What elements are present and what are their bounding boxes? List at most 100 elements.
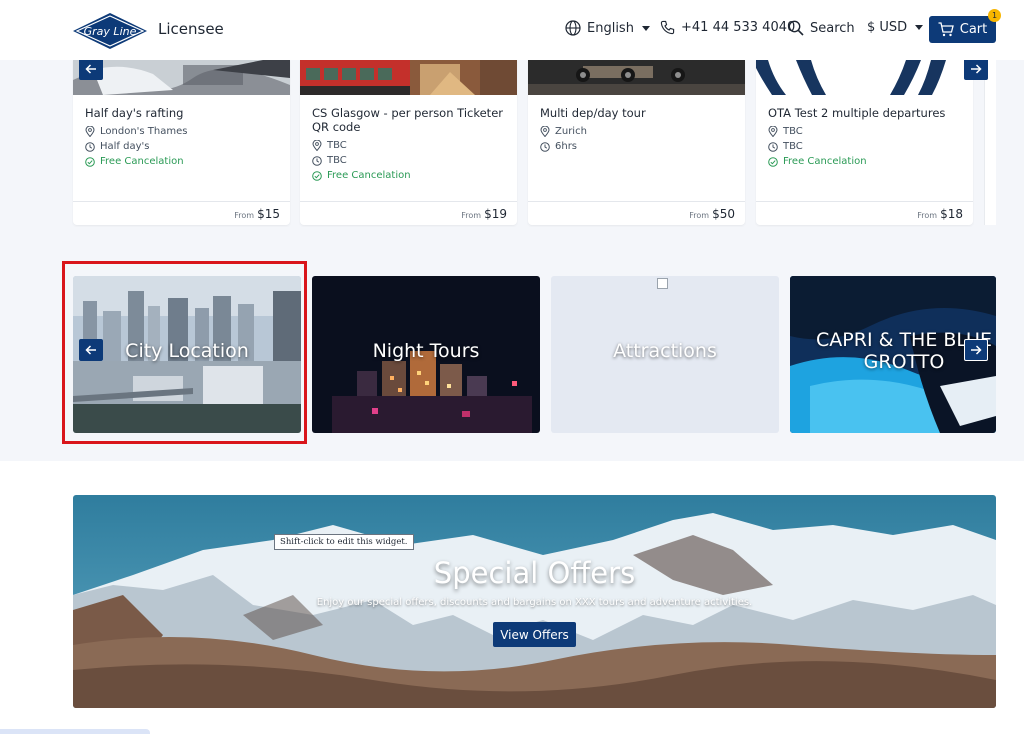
- cart-button[interactable]: Cart: [929, 16, 996, 43]
- tour-duration: TBC: [312, 155, 347, 166]
- tour-image: [528, 60, 745, 95]
- tour-title[interactable]: Multi dep/day tour: [540, 106, 735, 120]
- arrow-left-icon: [85, 345, 96, 355]
- tour-location: TBC: [768, 126, 803, 137]
- phone-link[interactable]: +41 44 533 4040: [660, 20, 795, 35]
- bottom-bar-peek: [0, 729, 150, 734]
- cart-count-badge: 1: [988, 9, 1001, 22]
- price-prefix: From: [234, 211, 255, 220]
- phone-number: +41 44 533 4040: [681, 20, 796, 35]
- category-label: City Location: [125, 340, 249, 362]
- location-text: TBC: [327, 140, 347, 151]
- edit-widget-tooltip: Shift-click to edit this widget.: [274, 534, 414, 550]
- tour-card-peek: [984, 60, 996, 225]
- tour-duration: 6hrs: [540, 141, 577, 152]
- language-selector[interactable]: English: [565, 20, 650, 36]
- tour-card[interactable]: Half day's rafting London's Thames Half …: [73, 60, 290, 225]
- search-icon: [788, 20, 804, 36]
- tour-duration: Half day's: [85, 141, 149, 152]
- tours-next-button[interactable]: [964, 58, 988, 80]
- logo-text: Gray Line: [84, 25, 137, 38]
- clock-icon: [312, 155, 322, 166]
- search-label: Search: [810, 20, 855, 36]
- currency-label: $ USD: [867, 20, 908, 35]
- check-circle-icon: [312, 170, 322, 181]
- globe-icon: [565, 20, 581, 36]
- category-tile-attractions[interactable]: Attractions: [551, 276, 779, 433]
- tour-card[interactable]: Multi dep/day tour Zurich 6hrs From $50: [528, 60, 745, 225]
- tour-title[interactable]: OTA Test 2 multiple departures: [768, 106, 963, 120]
- category-tile-night-tours[interactable]: Night Tours: [312, 276, 540, 433]
- duration-text: Half day's: [100, 141, 150, 152]
- price-prefix: From: [689, 211, 710, 220]
- cart-label: Cart: [959, 22, 988, 37]
- check-circle-icon: [85, 156, 95, 167]
- cancelation-text: Free Cancelation: [327, 170, 411, 181]
- check-circle-icon: [768, 156, 778, 167]
- arrow-right-icon: [971, 345, 982, 355]
- price-prefix: From: [917, 211, 938, 220]
- location-text: London's Thames: [100, 126, 188, 137]
- tour-duration: TBC: [768, 141, 803, 152]
- tour-cancelation: Free Cancelation: [85, 156, 184, 167]
- duration-text: TBC: [327, 155, 347, 166]
- tours-prev-button[interactable]: [79, 58, 103, 80]
- tour-price: From $19: [461, 207, 507, 221]
- clock-icon: [768, 141, 778, 152]
- tour-footer: From $19: [300, 201, 517, 225]
- location-pin-icon: [312, 140, 322, 151]
- chevron-down-icon: [915, 25, 924, 30]
- tour-price: From $18: [917, 207, 963, 221]
- clock-icon: [540, 141, 550, 152]
- offers-title: Special Offers: [433, 556, 636, 590]
- price-value: $50: [712, 207, 735, 221]
- duration-text: 6hrs: [555, 141, 578, 152]
- cart-icon: [938, 22, 954, 37]
- arrow-right-icon: [971, 64, 982, 74]
- currency-selector[interactable]: $ USD: [867, 20, 924, 35]
- arrow-left-icon: [85, 64, 96, 74]
- location-pin-icon: [85, 126, 95, 137]
- tour-footer: From $18: [756, 201, 973, 225]
- categories-prev-button[interactable]: [79, 339, 103, 361]
- clock-icon: [85, 141, 95, 152]
- cancelation-text: Free Cancelation: [783, 156, 867, 167]
- tour-location: Zurich: [540, 126, 587, 137]
- phone-icon: [660, 20, 675, 35]
- location-pin-icon: [540, 126, 550, 137]
- tour-card[interactable]: CS Glasgow - per person Ticketer QR code…: [300, 60, 517, 225]
- category-label: Attractions: [613, 340, 717, 362]
- tour-location: TBC: [312, 140, 347, 151]
- category-tile-city-location[interactable]: City Location: [73, 276, 301, 433]
- brand-name: Licensee: [158, 20, 224, 38]
- site-header: Gray Line Licensee English +41 44 533 40…: [0, 0, 1024, 60]
- tour-image: [756, 60, 973, 95]
- tour-image: [300, 60, 517, 95]
- price-value: $18: [940, 207, 963, 221]
- tour-location: London's Thames: [85, 126, 187, 137]
- duration-text: TBC: [783, 141, 803, 152]
- tour-card[interactable]: OTA Test 2 multiple departures TBC TBC F…: [756, 60, 973, 225]
- tour-title[interactable]: CS Glasgow - per person Ticketer QR code: [312, 106, 507, 134]
- cancelation-text: Free Cancelation: [100, 156, 184, 167]
- tour-footer: From $50: [528, 201, 745, 225]
- chevron-down-icon: [641, 25, 650, 31]
- broken-image-icon: [657, 278, 668, 289]
- offers-subtitle: Enjoy our special offers, discounts and …: [316, 597, 753, 608]
- view-offers-button[interactable]: View Offers: [493, 622, 576, 647]
- location-text: Zurich: [555, 126, 587, 137]
- search-link[interactable]: Search: [788, 20, 855, 36]
- tour-title[interactable]: Half day's rafting: [85, 106, 280, 120]
- category-label: Night Tours: [372, 340, 480, 362]
- tour-cancelation: Free Cancelation: [768, 156, 867, 167]
- categories-next-button[interactable]: [964, 339, 988, 361]
- location-pin-icon: [768, 126, 778, 137]
- tour-image: [73, 60, 290, 95]
- tour-price: From $15: [234, 207, 280, 221]
- language-label: English: [587, 20, 634, 36]
- tour-footer: From $15: [73, 201, 290, 225]
- location-text: TBC: [783, 126, 803, 137]
- tour-cancelation: Free Cancelation: [312, 170, 411, 181]
- price-value: $15: [257, 207, 280, 221]
- gray-line-logo[interactable]: Gray Line: [72, 12, 148, 50]
